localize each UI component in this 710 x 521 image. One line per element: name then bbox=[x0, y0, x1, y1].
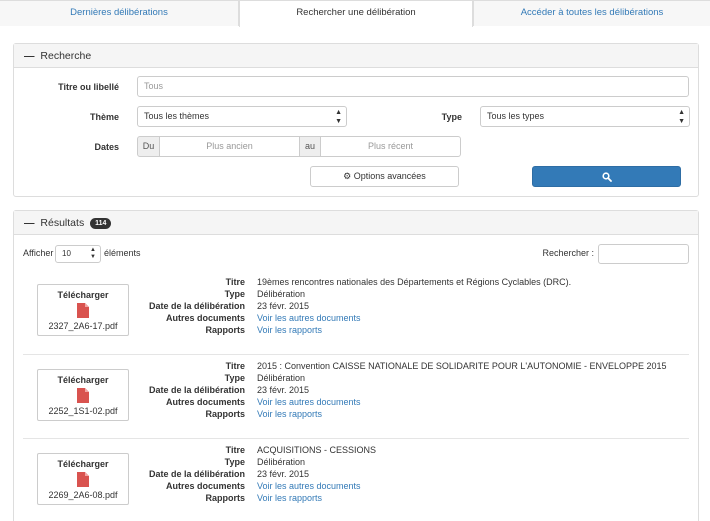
result-title: 2015 : Convention CAISSE NATIONALE DE SO… bbox=[257, 361, 667, 371]
meta-rapports-label: Rapports bbox=[205, 325, 245, 335]
search-icon bbox=[601, 172, 612, 182]
select-arrows-icon: ▲ ▼ bbox=[335, 109, 342, 125]
show-suffix: éléments bbox=[104, 248, 141, 258]
theme-label: Thème bbox=[89, 112, 119, 122]
tab-latest[interactable]: Dernières délibérations bbox=[0, 0, 239, 26]
table-search-label: Rechercher : bbox=[542, 248, 594, 258]
file-name: 2269_2A6-08.pdf bbox=[48, 490, 118, 500]
reports-link[interactable]: Voir les rapports bbox=[257, 409, 322, 419]
type-label: Type bbox=[441, 112, 462, 122]
meta-date-label: Date de la délibération bbox=[148, 385, 245, 395]
meta-type-label: Type bbox=[224, 373, 245, 383]
result-title: 19èmes rencontres nationales des Départe… bbox=[257, 277, 572, 287]
results-panel-title: Résultats bbox=[40, 217, 85, 229]
date-from-input[interactable]: Plus ancien bbox=[159, 136, 300, 157]
meta-autres-label: Autres documents bbox=[165, 481, 245, 491]
meta-type-label: Type bbox=[224, 289, 245, 299]
download-button[interactable]: Télécharger 2327_2A6-17.pdf bbox=[37, 284, 129, 336]
select-arrows-icon: ▲ ▼ bbox=[90, 247, 96, 260]
pdf-file-icon bbox=[77, 472, 89, 487]
du-addon: Du bbox=[137, 136, 160, 157]
meta-rapports-label: Rapports bbox=[205, 409, 245, 419]
titre-input[interactable]: Tous bbox=[137, 76, 689, 97]
meta-date-label: Date de la délibération bbox=[148, 469, 245, 479]
show-label: Afficher bbox=[23, 248, 54, 258]
date-to-input[interactable]: Plus récent bbox=[320, 136, 461, 157]
tab-search[interactable]: Rechercher une délibération bbox=[239, 0, 473, 27]
file-name: 2327_2A6-17.pdf bbox=[48, 321, 118, 331]
collapse-icon[interactable]: — bbox=[24, 217, 35, 229]
dates-label: Dates bbox=[94, 142, 119, 152]
result-type: Délibération bbox=[257, 373, 306, 383]
result-item: Télécharger 2269_2A6-08.pdf Titre ACQUIS… bbox=[23, 439, 689, 521]
download-label: Télécharger bbox=[57, 375, 109, 385]
meta-autres-label: Autres documents bbox=[165, 313, 245, 323]
titre-label: Titre ou libellé bbox=[58, 82, 119, 92]
other-documents-link[interactable]: Voir les autres documents bbox=[257, 481, 361, 491]
tab-bar: Dernières délibérations Rechercher une d… bbox=[0, 0, 710, 27]
search-panel-heading[interactable]: — Recherche bbox=[14, 44, 698, 68]
meta-rapports-label: Rapports bbox=[205, 493, 245, 503]
result-date: 23 févr. 2015 bbox=[257, 385, 310, 395]
meta-autres-label: Autres documents bbox=[165, 397, 245, 407]
result-item: Télécharger 2327_2A6-17.pdf Titre 19èmes… bbox=[23, 270, 689, 350]
search-panel: — Recherche Titre ou libellé Tous Thème … bbox=[13, 43, 699, 197]
reports-link[interactable]: Voir les rapports bbox=[257, 493, 322, 503]
select-arrows-icon: ▲ ▼ bbox=[678, 109, 685, 125]
search-panel-title: Recherche bbox=[40, 50, 92, 62]
other-documents-link[interactable]: Voir les autres documents bbox=[257, 397, 361, 407]
page-length-select[interactable]: 10 ▲ ▼ bbox=[55, 245, 101, 263]
pdf-file-icon bbox=[77, 388, 89, 403]
pdf-file-icon bbox=[77, 303, 89, 318]
meta-type-label: Type bbox=[224, 457, 245, 467]
reports-link[interactable]: Voir les rapports bbox=[257, 325, 322, 335]
table-search-input[interactable] bbox=[598, 244, 689, 264]
other-documents-link[interactable]: Voir les autres documents bbox=[257, 313, 361, 323]
results-panel-heading[interactable]: — Résultats 114 bbox=[14, 211, 698, 235]
result-date: 23 févr. 2015 bbox=[257, 469, 310, 479]
meta-titre-label: Titre bbox=[225, 361, 245, 371]
download-button[interactable]: Télécharger 2252_1S1-02.pdf bbox=[37, 369, 129, 421]
meta-date-label: Date de la délibération bbox=[148, 301, 245, 311]
result-type: Délibération bbox=[257, 457, 306, 467]
result-title: ACQUISITIONS - CESSIONS bbox=[257, 445, 377, 455]
advanced-options-button[interactable]: ⚙ Options avancées bbox=[310, 166, 459, 187]
result-item: Télécharger 2252_1S1-02.pdf Titre 2015 :… bbox=[23, 355, 689, 435]
result-type: Délibération bbox=[257, 289, 306, 299]
download-button[interactable]: Télécharger 2269_2A6-08.pdf bbox=[37, 453, 129, 505]
meta-titre-label: Titre bbox=[225, 445, 245, 455]
search-button[interactable] bbox=[532, 166, 681, 187]
file-name: 2252_1S1-02.pdf bbox=[48, 406, 118, 416]
result-date: 23 févr. 2015 bbox=[257, 301, 310, 311]
gear-icon: ⚙ bbox=[343, 171, 352, 181]
collapse-icon[interactable]: — bbox=[24, 50, 35, 62]
download-label: Télécharger bbox=[57, 459, 109, 469]
meta-titre-label: Titre bbox=[225, 277, 245, 287]
au-addon: au bbox=[299, 136, 321, 157]
download-label: Télécharger bbox=[57, 290, 109, 300]
results-count-badge: 114 bbox=[90, 218, 112, 229]
tab-all[interactable]: Accéder à toutes les délibérations bbox=[473, 0, 710, 26]
type-select[interactable]: Tous les types ▲ ▼ bbox=[480, 106, 690, 127]
theme-select[interactable]: Tous les thèmes ▲ ▼ bbox=[137, 106, 347, 127]
